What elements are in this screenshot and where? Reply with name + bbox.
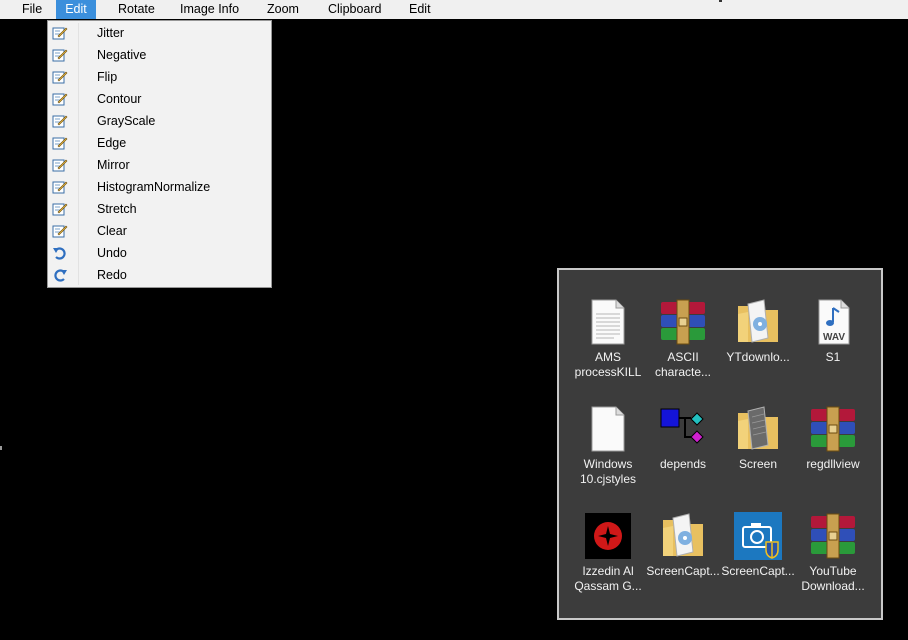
- desktop-icon-label: S1: [825, 350, 841, 364]
- edit-icon: [52, 203, 68, 216]
- menu-item-redo[interactable]: Redo: [48, 264, 271, 286]
- menu-file[interactable]: File: [22, 0, 42, 19]
- menu-item-clear[interactable]: Clear: [48, 220, 271, 242]
- desktop-icon-regdllview[interactable]: regdllview: [795, 405, 871, 505]
- desktop-icon-label: regdllview: [806, 457, 860, 471]
- menu-item-stretch[interactable]: Stretch: [48, 198, 271, 220]
- edit-icon: [52, 27, 68, 40]
- edit-icon: [52, 115, 68, 128]
- menu-item-histogramnormalize[interactable]: HistogramNormalize: [48, 176, 271, 198]
- desktop-icon-youtube-downloader[interactable]: YouTube Download...: [795, 512, 871, 612]
- menu-item-label: GrayScale: [97, 114, 156, 128]
- undo-icon: [53, 247, 66, 260]
- menu-item-label: Edge: [97, 136, 127, 150]
- menu-item-edge[interactable]: Edge: [48, 132, 271, 154]
- folder-icon: [738, 406, 778, 450]
- desktop-icon-ams-processkill[interactable]: AMS processKILL: [570, 298, 646, 398]
- menu-item-jitter[interactable]: Jitter: [48, 22, 271, 44]
- menu-item-contour[interactable]: Contour: [48, 88, 271, 110]
- menu-item-label: Contour: [97, 92, 142, 106]
- desktop-icon-izzedin[interactable]: Izzedin Al Qassam G...: [570, 512, 646, 612]
- menu-item-label: Flip: [97, 70, 118, 84]
- winrar-archive-icon: [811, 513, 855, 559]
- edit-icon: [52, 225, 68, 238]
- desktop-icon-s1[interactable]: WAV S1: [795, 298, 871, 398]
- menu-item-label: Stretch: [97, 202, 137, 216]
- menu-zoom[interactable]: Zoom: [267, 0, 299, 19]
- menu-item-label: Negative: [97, 48, 147, 62]
- menu-item-negative[interactable]: Negative: [48, 44, 271, 66]
- desktop-icon-screen[interactable]: Screen: [720, 405, 796, 505]
- blank-file-icon: [591, 406, 625, 452]
- winrar-archive-icon: [811, 406, 855, 452]
- menu-edit[interactable]: Edit: [56, 0, 96, 19]
- edit-dropdown-menu: Jitter Negative Flip Contour GrayScale E…: [47, 20, 272, 288]
- desktop-icons-panel: AMS processKILL ASCII characte... YTdownlo…: [557, 268, 883, 620]
- winrar-archive-icon: [661, 299, 705, 345]
- desktop-icon-label: YouTube Download...: [801, 564, 865, 593]
- menu-item-mirror[interactable]: Mirror: [48, 154, 271, 176]
- menu-item-label: Mirror: [97, 158, 130, 172]
- menu-item-label: Jitter: [97, 26, 125, 40]
- edit-icon: [52, 137, 68, 150]
- edit-icon: [52, 71, 68, 84]
- menu-item-label: HistogramNormalize: [97, 180, 211, 194]
- desktop-icon-windows-cjstyles[interactable]: Windows 10.cjstyles: [570, 405, 646, 505]
- folder-icon: [738, 299, 778, 343]
- redo-icon: [54, 269, 67, 282]
- menu-rotate[interactable]: Rotate: [118, 0, 155, 19]
- menu-item-label: Clear: [97, 224, 127, 238]
- depends-icon: [660, 408, 704, 444]
- svg-text:WAV: WAV: [823, 332, 845, 343]
- desktop-icon-ascii-characters[interactable]: ASCII characte...: [645, 298, 721, 398]
- menu-item-undo[interactable]: Undo: [48, 242, 271, 264]
- menu-image-info[interactable]: Image Info: [180, 0, 239, 19]
- desktop-icon-screencapture-folder[interactable]: ScreenCapt...: [645, 512, 721, 612]
- menu-item-grayscale[interactable]: GrayScale: [48, 110, 271, 132]
- edit-icon: [52, 49, 68, 62]
- folder-icon: [663, 513, 703, 557]
- canvas-marker: [0, 446, 2, 450]
- desktop-icon-screencapture-app[interactable]: ScreenCapt...: [720, 512, 796, 612]
- menu-edit-2[interactable]: Edit: [409, 0, 431, 19]
- text-file-icon: [591, 299, 625, 345]
- desktop-icon-ytdownloader[interactable]: YTdownlo...: [720, 298, 796, 398]
- edit-icon: [52, 181, 68, 194]
- edit-icon: [52, 93, 68, 106]
- menu-item-flip[interactable]: Flip: [48, 66, 271, 88]
- menu-bar: File Edit Rotate Image Info Zoom Clipboa…: [0, 0, 908, 19]
- desktop-icon-depends[interactable]: depends: [645, 405, 721, 505]
- emblem-icon: [585, 513, 631, 559]
- wav-file-icon: WAV: [818, 299, 850, 345]
- menu-item-label: Undo: [97, 246, 127, 260]
- camera-app-icon: [734, 512, 782, 560]
- divider: [719, 0, 722, 2]
- edit-icon: [52, 159, 68, 172]
- menu-item-label: Redo: [97, 268, 127, 282]
- menu-clipboard[interactable]: Clipboard: [328, 0, 382, 19]
